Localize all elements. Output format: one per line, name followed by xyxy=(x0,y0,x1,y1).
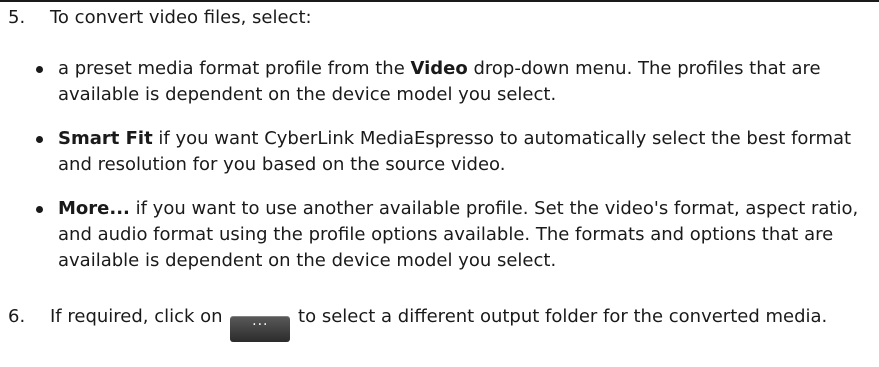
bold-term: Smart Fit xyxy=(58,128,153,149)
text-run: if you want to use another available pro… xyxy=(58,198,859,271)
bullet-icon xyxy=(36,136,43,143)
browse-folder-button[interactable]: ··· xyxy=(230,316,291,342)
list-item-text: More... if you want to use another avail… xyxy=(58,196,868,274)
list-item-text: a preset media format profile from the V… xyxy=(58,56,868,108)
bold-term: More... xyxy=(58,198,130,219)
step-number: 6. xyxy=(8,306,26,327)
step-text: If required, click on ··· to select a di… xyxy=(50,304,870,342)
step-number: 5. xyxy=(8,7,26,28)
bold-term: Video xyxy=(410,58,468,79)
text-run: to select a different output folder for … xyxy=(292,306,828,327)
bullet-icon xyxy=(36,206,43,213)
step-text: To convert video files, select: xyxy=(50,7,312,28)
text-run: if you want CyberLink MediaEspresso to a… xyxy=(58,128,852,175)
bullet-icon xyxy=(36,66,43,73)
text-run: a preset media format profile from the xyxy=(58,58,411,79)
list-item-text: Smart Fit if you want CyberLink MediaEsp… xyxy=(58,126,868,178)
text-run: If required, click on xyxy=(50,306,229,327)
top-rule xyxy=(0,0,879,2)
